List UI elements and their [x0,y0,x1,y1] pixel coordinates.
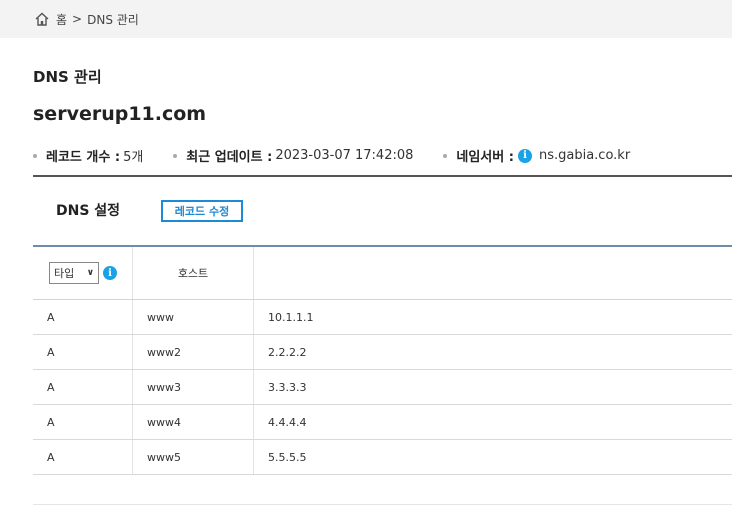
breadcrumb: 홈 > DNS 관리 [0,0,732,38]
record-host: www3 [133,370,254,404]
record-host: www5 [133,440,254,474]
table-header: 타입 ∨ i 호스트 [33,245,732,300]
table-row: A www2 2.2.2.2 [33,335,732,370]
record-count-label: 레코드 개수 : [46,150,121,165]
record-value: 10.1.1.1 [268,310,314,324]
record-value: 3.3.3.3 [268,380,307,394]
bottom-divider [33,504,732,505]
record-type: A [33,405,133,439]
info-icon[interactable]: i [103,266,117,280]
section-divider [33,175,732,177]
value-header [254,247,732,299]
table-row: A www3 3.3.3.3 [33,370,732,405]
bullet-dot [173,153,178,158]
nameserver-value: ns.gabia.co.kr [538,148,631,163]
breadcrumb-current: DNS 관리 [87,12,139,27]
last-updated-label: 최근 업데이트 : [186,150,273,165]
type-select[interactable]: 타입 ∨ [49,262,99,284]
record-host: www2 [133,335,254,369]
type-header-cell: 타입 ∨ i [33,247,133,299]
bullet-dot [33,153,37,158]
table-row: A www 10.1.1.1 [33,300,732,335]
record-host: www4 [133,405,254,439]
last-updated: 최근 업데이트 : 2023-03-07 17:42:08 [173,146,413,165]
home-icon[interactable] [34,11,50,27]
table-row: A www4 4.4.4.4 [33,405,732,440]
record-host: www [133,300,254,334]
record-value: 2.2.2.2 [268,345,307,359]
record-type: A [33,370,133,404]
table-row: A www5 5.5.5.5 [33,440,732,475]
type-select-value: 타입 [54,267,75,280]
bullet-dot [443,153,448,158]
breadcrumb-home[interactable]: 홈 [56,11,67,28]
nameserver: 네임서버 : i ns.gabia.co.kr [443,146,630,165]
host-header: 호스트 [133,247,254,299]
info-icon[interactable]: i [517,148,532,163]
dns-records-table: 타입 ∨ i 호스트 A www 10.1.1.1 A www2 2.2.2.2… [33,245,732,475]
record-value: 4.4.4.4 [268,415,307,429]
record-count-value: 5개 [123,150,144,165]
domain-meta: 레코드 개수 : 5개 최근 업데이트 : 2023-03-07 17:42:0… [33,146,630,165]
dns-settings-title: DNS 설정 [56,203,121,219]
breadcrumb-separator: > [72,12,83,26]
nameserver-label: 네임서버 : [456,150,514,165]
record-type: A [33,300,133,334]
domain-name: serverup11.com [33,103,207,125]
chevron-down-icon: ∨ [86,268,94,278]
last-updated-value: 2023-03-07 17:42:08 [275,148,414,163]
record-type: A [33,440,133,474]
edit-records-button[interactable]: 레코드 수정 [161,200,243,222]
page-title: DNS 관리 [33,68,102,86]
record-type: A [33,335,133,369]
record-count: 레코드 개수 : 5개 [33,146,143,165]
record-value: 5.5.5.5 [268,450,307,464]
